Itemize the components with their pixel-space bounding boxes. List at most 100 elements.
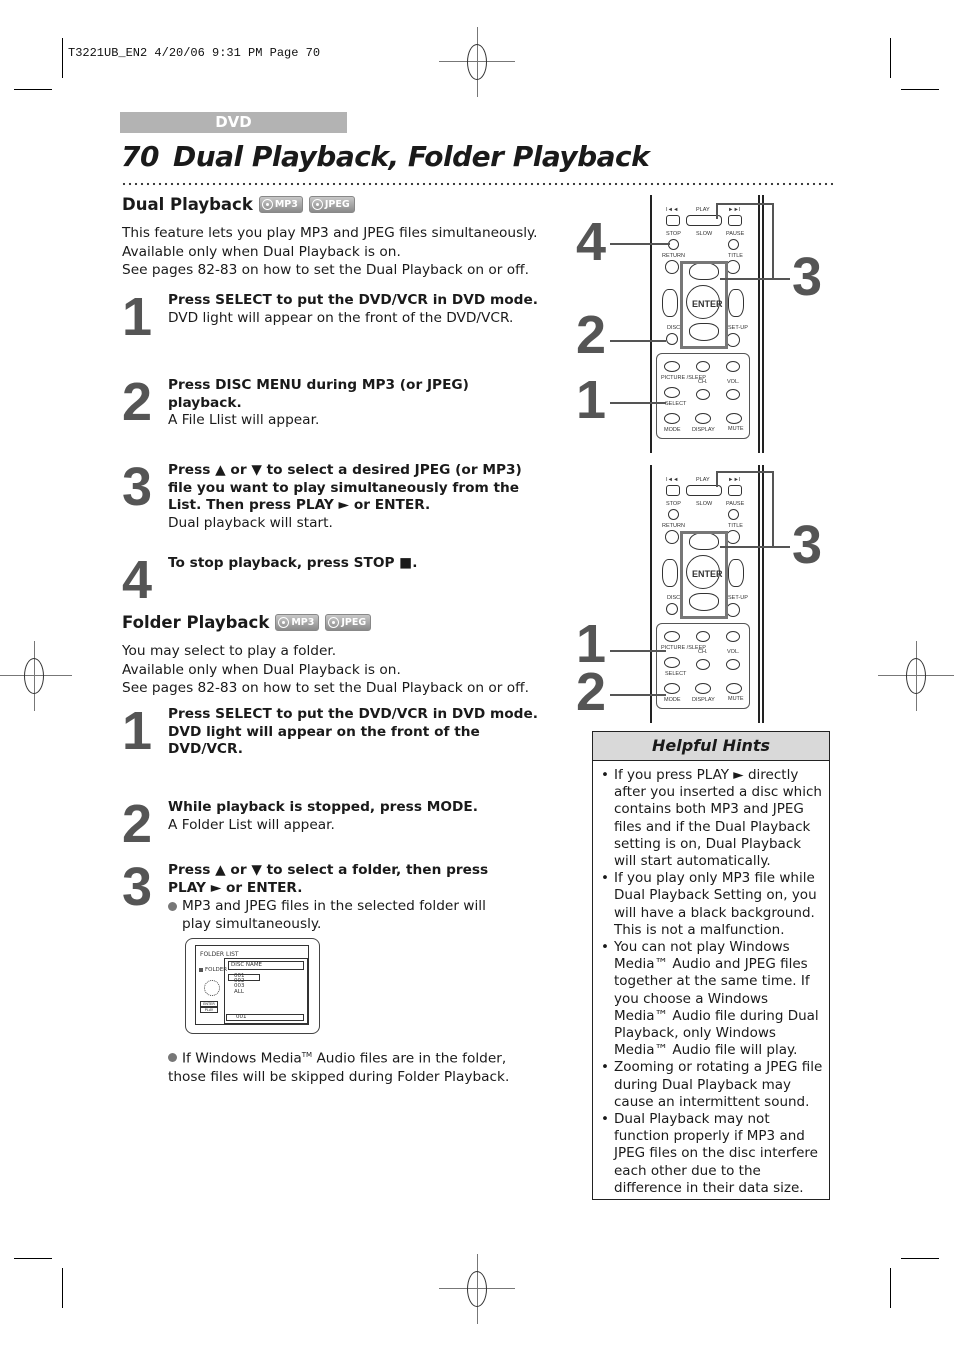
folder-playback-heading: Folder Playback MP3 JPEG xyxy=(122,613,372,632)
title-label: TITLE xyxy=(728,253,743,259)
skip-back-label: I◄◄ xyxy=(666,477,679,483)
play-label: PLAY xyxy=(696,207,710,213)
skip-fwd-label: ►►I xyxy=(728,477,741,483)
select-label: SELECT xyxy=(665,671,687,677)
pause-button[interactable] xyxy=(728,509,739,520)
mute-button[interactable] xyxy=(726,413,742,424)
fast-forward-button[interactable] xyxy=(728,485,742,496)
remote-edge xyxy=(650,195,652,453)
disc-label: DISC xyxy=(667,595,681,601)
screen-inner: FOLDER LIST DISC NAME FOLDER 001 002 003… xyxy=(195,945,309,1025)
pause-button[interactable] xyxy=(728,239,739,250)
remote-edge xyxy=(758,195,760,453)
hint-item: Zooming or rotating a JPEG file during D… xyxy=(601,1059,823,1111)
disc-icon xyxy=(278,617,290,628)
stop-button[interactable] xyxy=(668,509,679,520)
volume-down-button[interactable] xyxy=(726,389,740,400)
title-label: TITLE xyxy=(728,523,743,529)
volume-up-button[interactable] xyxy=(726,631,740,642)
callout-line xyxy=(610,650,666,652)
callout-line xyxy=(610,243,670,245)
crop-mark xyxy=(901,89,939,90)
channel-down-button[interactable] xyxy=(696,389,710,400)
disc-menu-button[interactable] xyxy=(666,603,678,615)
slow-label: SLOW xyxy=(696,231,713,237)
callout-line xyxy=(716,203,718,219)
title-button[interactable] xyxy=(726,260,740,274)
skip-fwd-label: ►►I xyxy=(728,207,741,213)
crop-mark xyxy=(901,1258,939,1259)
dpad-icon xyxy=(204,980,220,996)
mute-label: MUTE xyxy=(728,426,744,432)
remote-edge xyxy=(758,465,760,723)
right-button[interactable] xyxy=(728,289,744,317)
return-button[interactable] xyxy=(665,260,679,274)
setup-button[interactable] xyxy=(726,333,740,347)
hint-item: Dual Playback may not function properly … xyxy=(601,1111,823,1197)
right-button[interactable] xyxy=(728,559,744,587)
display-label: DISPLAY xyxy=(692,427,715,433)
select-button[interactable] xyxy=(664,657,680,668)
setup-label: SET-UP xyxy=(728,595,748,601)
vol-label: VOL. xyxy=(727,649,740,655)
rewind-button[interactable] xyxy=(666,215,680,226)
volume-down-button[interactable] xyxy=(726,659,740,670)
mp3-badge: MP3 xyxy=(275,614,320,631)
callout-line xyxy=(772,203,774,280)
screen-title: FOLDER LIST xyxy=(200,951,239,958)
callout-2: 2 xyxy=(576,662,607,722)
crop-mark xyxy=(14,89,52,90)
disc-menu-button[interactable] xyxy=(666,333,678,345)
display-button[interactable] xyxy=(695,413,711,424)
crop-mark xyxy=(890,1268,891,1308)
channel-up-button[interactable] xyxy=(696,631,710,642)
picture-sleep-button[interactable] xyxy=(664,631,680,642)
pause-label: PAUSE xyxy=(726,231,745,237)
display-button[interactable] xyxy=(695,683,711,694)
pause-label: PAUSE xyxy=(726,501,745,507)
channel-up-button[interactable] xyxy=(696,361,710,372)
mode-button[interactable] xyxy=(664,413,680,424)
fast-forward-button[interactable] xyxy=(728,215,742,226)
rewind-button[interactable] xyxy=(666,485,680,496)
page-title-text: Dual Playback, Folder Playback xyxy=(172,140,650,173)
left-button[interactable] xyxy=(662,289,678,317)
mute-button[interactable] xyxy=(726,683,742,694)
mode-button[interactable] xyxy=(664,683,680,694)
heading-text: Dual Playback xyxy=(122,195,253,214)
return-label: RETURN xyxy=(662,253,685,259)
setup-label: SET-UP xyxy=(728,325,748,331)
return-button[interactable] xyxy=(665,530,679,544)
bullet-item: MP3 and JPEG files in the selected folde… xyxy=(168,898,498,933)
callout-line xyxy=(610,340,666,342)
mp3-badge: MP3 xyxy=(258,196,303,213)
callout-3: 3 xyxy=(792,515,823,575)
setup-button[interactable] xyxy=(726,603,740,617)
select-button[interactable] xyxy=(664,387,680,398)
mode-label: MODE xyxy=(664,697,681,703)
channel-down-button[interactable] xyxy=(696,659,710,670)
remote-edge xyxy=(762,465,764,723)
hint-item: If you play only MP3 file while Dual Pla… xyxy=(601,870,823,939)
page-number: 70 xyxy=(121,140,159,173)
folder-icon xyxy=(199,968,203,972)
crop-mark xyxy=(62,1268,63,1308)
callout-1: 1 xyxy=(576,370,607,430)
mode-label: MODE xyxy=(664,427,681,433)
disc-icon xyxy=(261,199,273,210)
folder-list-screen: FOLDER LIST DISC NAME FOLDER 001 002 003… xyxy=(185,938,320,1034)
remote-edge xyxy=(650,465,652,723)
left-button[interactable] xyxy=(662,559,678,587)
section-tab: DVD xyxy=(120,112,347,133)
folder-label: FOLDER xyxy=(205,967,228,973)
ch-label: CH. xyxy=(698,649,708,655)
picture-sleep-button[interactable] xyxy=(664,361,680,372)
crop-mark xyxy=(890,38,891,78)
hint-item: You can not play Windows Media™ Audio an… xyxy=(601,939,823,1059)
volume-up-button[interactable] xyxy=(726,361,740,372)
dotted-divider xyxy=(121,182,833,186)
title-button[interactable] xyxy=(726,530,740,544)
folder-intro: You may select to play a folder. Availab… xyxy=(122,643,529,696)
dual-intro: This feature lets you play MP3 and JPEG … xyxy=(122,225,538,278)
print-slug: T3221UB_EN2 4/20/06 9:31 PM Page 70 xyxy=(68,46,321,60)
